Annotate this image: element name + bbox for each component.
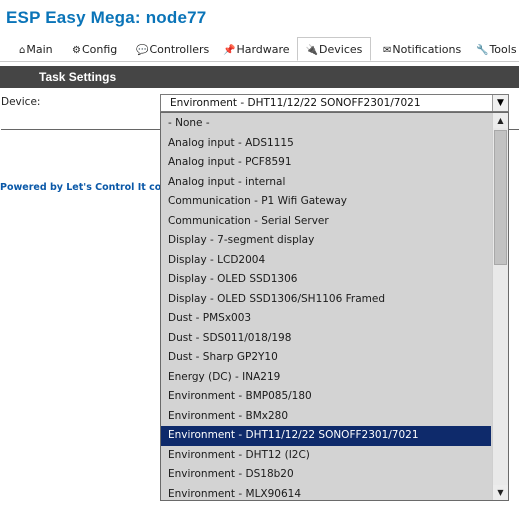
tab-hardware[interactable]: 📌Hardware	[223, 40, 290, 60]
dropdown-option[interactable]: Analog input - PCF8591	[161, 153, 491, 173]
scroll-up-icon[interactable]: ▲	[493, 113, 508, 128]
footer-prefix: Powered by	[0, 182, 67, 193]
page-title: ESP Easy Mega: node77	[6, 8, 207, 27]
envelope-icon: ✉	[383, 45, 392, 56]
dropdown-option[interactable]: Environment - DHT12 (I2C)	[161, 446, 491, 466]
dropdown-option[interactable]: Display - OLED SSD1306/SH1106 Framed	[161, 290, 491, 310]
scroll-down-icon[interactable]: ▼	[493, 485, 508, 500]
tab-tools[interactable]: 🔧Tools	[476, 40, 517, 60]
dropdown-option-selected[interactable]: Environment - DHT11/12/22 SONOFF2301/702…	[161, 426, 491, 446]
dropdown-option[interactable]: Dust - Sharp GP2Y10	[161, 348, 491, 368]
scrollbar[interactable]: ▲ ▼	[492, 113, 508, 500]
dropdown-option[interactable]: - None -	[161, 114, 491, 134]
gear-icon: ⚙	[72, 45, 81, 56]
tab-label: Controllers	[149, 43, 210, 56]
tab-label: Tools	[489, 43, 517, 56]
home-icon: ⌂	[19, 45, 26, 56]
tab-notifications[interactable]: ✉Notifications	[383, 40, 461, 60]
tab-label: Notifications	[392, 43, 462, 56]
wrench-icon: 🔧	[476, 45, 489, 56]
divider	[1, 129, 161, 130]
footer-link[interactable]: Let's Control It	[66, 182, 146, 193]
dropdown-option[interactable]: Environment - BMP085/180	[161, 387, 491, 407]
chevron-down-icon[interactable]: ▼	[492, 95, 508, 111]
pin-icon: 📌	[223, 45, 236, 56]
speech-bubble-icon: 💬	[136, 45, 149, 56]
tab-config[interactable]: ⚙Config	[72, 40, 117, 60]
section-header: Task Settings	[0, 66, 519, 88]
tab-label: Main	[26, 43, 53, 56]
device-select-value: Environment - DHT11/12/22 SONOFF2301/702…	[170, 97, 421, 109]
tab-controllers[interactable]: 💬Controllers	[136, 40, 209, 60]
tab-label: Hardware	[236, 43, 290, 56]
dropdown-option[interactable]: Dust - SDS011/018/198	[161, 329, 491, 349]
dropdown-option[interactable]: Environment - BMx280	[161, 407, 491, 427]
device-dropdown-list[interactable]: - None - Analog input - ADS1115 Analog inp…	[160, 112, 509, 501]
tab-devices[interactable]: 🔌Devices	[297, 37, 371, 61]
dropdown-option[interactable]: Energy (DC) - INA219	[161, 368, 491, 388]
dropdown-option[interactable]: Dust - PMSx003	[161, 309, 491, 329]
tab-bar: ⌂Main ⚙Config 💬Controllers 📌Hardware 🔌De…	[0, 37, 519, 62]
dropdown-option[interactable]: Environment - MLX90614	[161, 485, 491, 501]
dropdown-option[interactable]: Display - LCD2004	[161, 251, 491, 271]
device-select[interactable]: Environment - DHT11/12/22 SONOFF2301/702…	[160, 94, 509, 112]
dropdown-option[interactable]: Analog input - internal	[161, 173, 491, 193]
dropdown-option[interactable]: Analog input - ADS1115	[161, 134, 491, 154]
dropdown-option[interactable]: Communication - P1 Wifi Gateway	[161, 192, 491, 212]
device-label: Device:	[1, 96, 41, 108]
dropdown-option[interactable]: Display - OLED SSD1306	[161, 270, 491, 290]
plug-icon: 🔌	[305, 45, 319, 56]
tab-label: Devices	[319, 43, 363, 56]
tab-main[interactable]: ⌂Main	[19, 40, 53, 60]
dropdown-option[interactable]: Communication - Serial Server	[161, 212, 491, 232]
tab-label: Config	[81, 43, 118, 56]
dropdown-option[interactable]: Display - 7-segment display	[161, 231, 491, 251]
scrollbar-thumb[interactable]	[494, 130, 507, 265]
dropdown-option[interactable]: Environment - DS18b20	[161, 465, 491, 485]
